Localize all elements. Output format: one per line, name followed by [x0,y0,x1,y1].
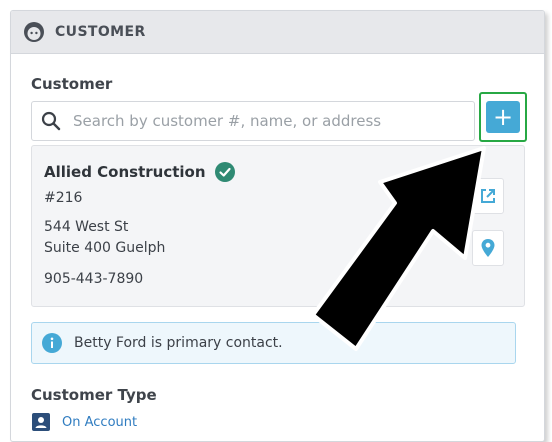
panel-title: CUSTOMER [55,24,146,40]
open-customer-button[interactable] [472,178,504,214]
customer-search-input[interactable] [71,111,474,131]
primary-contact-banner: Betty Ford is primary contact. [31,322,516,364]
account-card-icon [32,413,50,431]
customer-name: Allied Construction [44,163,206,181]
customer-face-icon [23,21,45,43]
map-pin-icon [480,238,496,258]
info-icon [42,333,62,353]
panel-header: CUSTOMER [11,11,544,54]
address-line-2: Suite 400 Guelph [44,240,166,256]
customer-phone: 905-443-7890 [44,271,144,287]
selected-customer-card: Allied Construction #216 544 West St Sui… [31,145,525,307]
add-customer-highlight: + [479,92,527,142]
customer-panel: CUSTOMER Customer + Allied Construction … [10,10,545,442]
primary-contact-text: Betty Ford is primary contact. [74,335,283,351]
customer-type-option[interactable]: On Account [32,413,137,431]
customer-label: Customer [31,75,113,93]
add-customer-button[interactable]: + [486,101,520,133]
customer-type-value[interactable]: On Account [62,415,137,430]
customer-name-row: Allied Construction [44,162,235,182]
customer-search-field[interactable] [31,101,475,141]
customer-number: #216 [44,190,83,206]
search-icon [41,111,61,131]
customer-type-label: Customer Type [31,386,157,404]
verified-check-icon [214,162,235,182]
external-link-icon [479,187,497,205]
map-location-button[interactable] [472,230,504,266]
address-line-1: 544 West St [44,219,129,235]
